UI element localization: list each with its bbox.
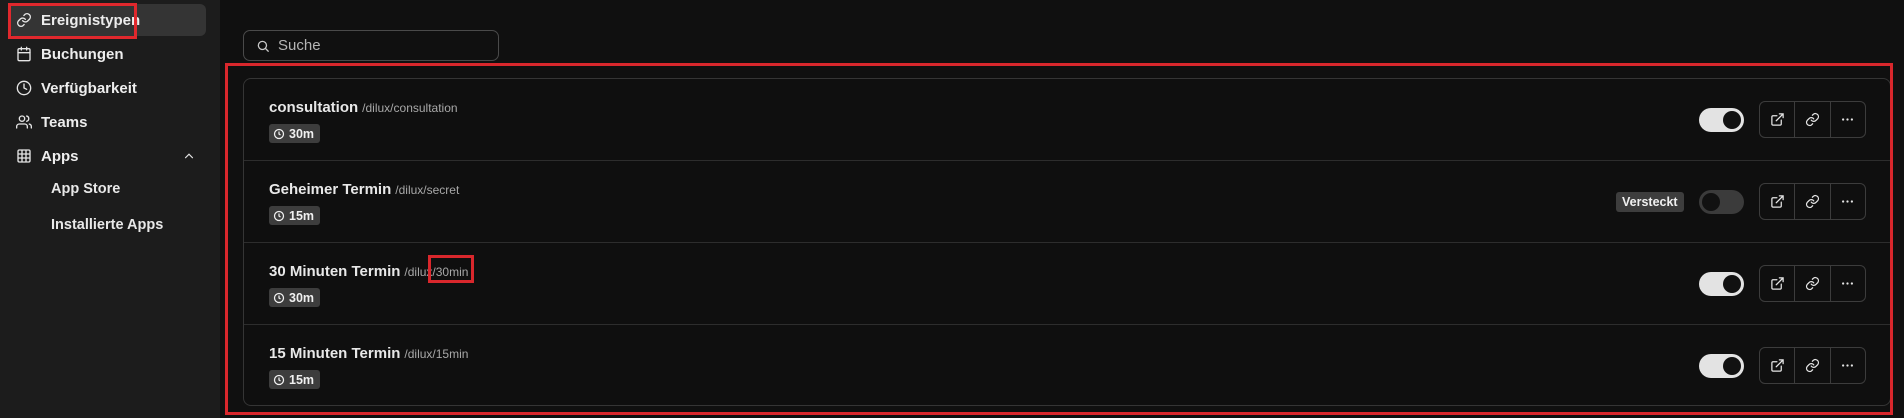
more-horizontal-icon (1842, 364, 1854, 367)
calendar-icon (16, 46, 32, 62)
more-horizontal-icon (1842, 200, 1854, 203)
event-slug: /dilux/consultation (362, 101, 458, 115)
link-icon (1805, 112, 1819, 127)
event-title: 15 Minuten Termin/dilux/15min (269, 345, 468, 362)
action-button-group (1759, 265, 1866, 302)
hidden-badge: Versteckt (1616, 192, 1684, 212)
search-input[interactable] (278, 37, 478, 54)
duration-badge: 15m (269, 206, 321, 225)
chevron-up-icon[interactable] (182, 149, 196, 163)
sidebar-item-label: Ereignistypen (41, 11, 141, 29)
event-title-text: 30 Minuten Termin (269, 263, 401, 280)
sidebar-item-label: Verfügbarkeit (41, 79, 137, 97)
more-options-button[interactable] (1831, 266, 1865, 301)
sidebar-item-label: Buchungen (41, 45, 124, 63)
sidebar-item-teams[interactable]: Teams (8, 106, 206, 138)
sidebar-item-label: Teams (41, 113, 88, 131)
toggle-knob (1723, 111, 1741, 129)
preview-button[interactable] (1760, 348, 1796, 383)
copy-link-button[interactable] (1795, 266, 1831, 301)
event-title: 30 Minuten Termin/dilux/30min (269, 263, 468, 280)
event-title-text: consultation (269, 99, 359, 116)
external-link-icon (1770, 113, 1784, 126)
toggle-knob (1723, 357, 1741, 375)
action-button-group (1759, 347, 1866, 384)
duration-text: 30m (289, 290, 315, 305)
link-icon (1805, 358, 1819, 373)
preview-button[interactable] (1760, 102, 1796, 137)
event-title: Geheimer Termin/dilux/secret (269, 181, 459, 198)
search-icon (257, 40, 269, 52)
more-options-button[interactable] (1831, 102, 1865, 137)
visibility-toggle[interactable] (1699, 190, 1744, 214)
event-slug: /dilux/secret (395, 183, 460, 197)
duration-text: 30m (289, 126, 315, 141)
duration-text: 15m (289, 208, 315, 223)
sidebar-item-apps[interactable]: Apps (8, 140, 206, 172)
external-link-icon (1770, 195, 1784, 208)
more-horizontal-icon (1842, 282, 1854, 285)
visibility-toggle[interactable] (1699, 354, 1744, 378)
action-button-group (1759, 101, 1866, 138)
event-title: consultation/dilux/consultation (269, 99, 458, 116)
sidebar-item-buchungen[interactable]: Buchungen (8, 38, 206, 70)
preview-button[interactable] (1760, 184, 1796, 219)
sidebar-item-app-store[interactable]: App Store (51, 181, 120, 197)
event-slug: /dilux/30min (404, 265, 469, 279)
duration-text: 15m (289, 372, 315, 387)
toggle-knob (1702, 193, 1720, 211)
link-icon (1805, 276, 1819, 291)
sidebar: Ereignistypen Buchungen Verfügbarkeit Te… (0, 0, 220, 418)
duration-badge: 30m (269, 288, 321, 307)
sidebar-item-label: Apps (41, 147, 79, 165)
clock-icon (273, 210, 285, 221)
action-button-group (1759, 183, 1866, 220)
event-title-text: Geheimer Termin (269, 181, 392, 198)
sidebar-item-installierte-apps[interactable]: Installierte Apps (51, 217, 163, 233)
more-horizontal-icon (1842, 118, 1854, 121)
copy-link-button[interactable] (1795, 184, 1831, 219)
clock-icon (273, 374, 285, 385)
list-item[interactable]: 30 Minuten Termin/dilux/30min 30m (244, 243, 1890, 325)
visibility-toggle[interactable] (1699, 108, 1744, 132)
list-item[interactable]: Geheimer Termin/dilux/secret 15m Verstec… (244, 161, 1890, 243)
link-icon (16, 12, 32, 28)
event-slug: /dilux/15min (404, 347, 469, 361)
more-options-button[interactable] (1831, 184, 1865, 219)
grid-icon (16, 148, 32, 164)
copy-link-button[interactable] (1795, 102, 1831, 137)
clock-icon (273, 128, 285, 139)
users-icon (16, 114, 32, 130)
external-link-icon (1770, 277, 1784, 290)
duration-badge: 15m (269, 370, 321, 389)
list-item[interactable]: consultation/dilux/consultation 30m (244, 79, 1890, 161)
event-type-list: consultation/dilux/consultation 30m Gehe… (243, 78, 1891, 406)
clock-icon (16, 80, 32, 96)
more-options-button[interactable] (1831, 348, 1865, 383)
toggle-knob (1723, 275, 1741, 293)
sidebar-item-ereignistypen[interactable]: Ereignistypen (8, 4, 206, 36)
external-link-icon (1770, 359, 1784, 372)
event-title-text: 15 Minuten Termin (269, 345, 401, 362)
preview-button[interactable] (1760, 266, 1796, 301)
list-item[interactable]: 15 Minuten Termin/dilux/15min 15m (244, 325, 1890, 407)
duration-badge: 30m (269, 124, 321, 143)
search-box[interactable] (243, 30, 499, 61)
copy-link-button[interactable] (1795, 348, 1831, 383)
clock-icon (273, 292, 285, 303)
sidebar-item-verfuegbarkeit[interactable]: Verfügbarkeit (8, 72, 206, 104)
link-icon (1805, 194, 1819, 209)
visibility-toggle[interactable] (1699, 272, 1744, 296)
